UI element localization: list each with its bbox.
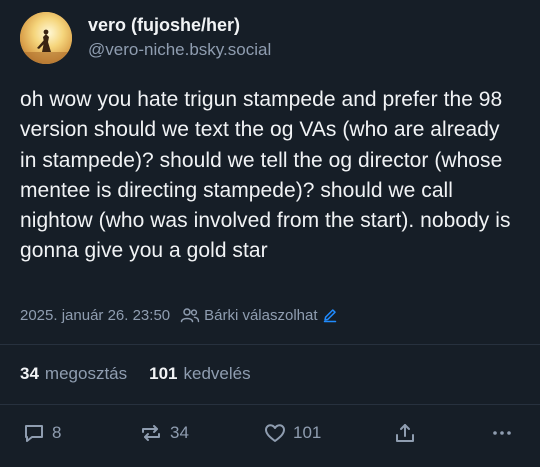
likes-label: kedvelés [183, 364, 251, 383]
post-actions: 8 34 101 [0, 419, 540, 447]
reply-setting[interactable]: Bárki válaszolhat [180, 307, 337, 324]
share-icon [396, 424, 414, 442]
like-button[interactable]: 101 [263, 419, 321, 447]
likes-stat[interactable]: 101 kedvelés [149, 364, 250, 384]
repost-count: 34 [170, 423, 189, 442]
reply-setting-label: Bárki válaszolhat [204, 306, 318, 324]
repost-button[interactable]: 34 [138, 419, 189, 447]
likes-count: 101 [149, 364, 178, 383]
post-author-header[interactable]: vero (fujoshe/her) @vero-niche.bsky.soci… [20, 12, 271, 64]
heart-icon [265, 424, 285, 442]
post-thread-item: vero (fujoshe/her) @vero-niche.bsky.soci… [0, 0, 540, 467]
author-display-name[interactable]: vero (fujoshe/her) [88, 13, 271, 37]
post-meta: 2025. január 26. 23:50 Bárki válaszolhat [20, 305, 338, 325]
reply-count: 8 [52, 423, 62, 442]
ellipsis-icon [493, 431, 511, 435]
divider [0, 344, 540, 345]
reply-icon [25, 425, 43, 442]
engagement-stats: 34 megosztás 101 kedvelés [20, 362, 251, 386]
more-options-button[interactable] [490, 419, 514, 447]
author-handle[interactable]: @vero-niche.bsky.social [88, 39, 271, 61]
author-names: vero (fujoshe/her) @vero-niche.bsky.soci… [88, 15, 271, 61]
reposts-label: megosztás [44, 364, 128, 383]
avatar-image [20, 12, 72, 64]
reply-button[interactable]: 8 [22, 419, 61, 447]
repost-icon [142, 425, 160, 441]
post-timestamp[interactable]: 2025. január 26. 23:50 [20, 307, 170, 324]
avatar[interactable] [20, 12, 72, 64]
post-text: oh wow you hate trigun stampede and pref… [20, 88, 511, 263]
people-icon [180, 308, 200, 323]
edit-pencil-icon[interactable] [322, 307, 338, 323]
reposts-count: 34 [20, 364, 39, 383]
divider [0, 404, 540, 405]
like-count: 101 [293, 423, 322, 442]
reposts-stat[interactable]: 34 megosztás [20, 364, 127, 384]
share-button[interactable] [393, 419, 417, 447]
